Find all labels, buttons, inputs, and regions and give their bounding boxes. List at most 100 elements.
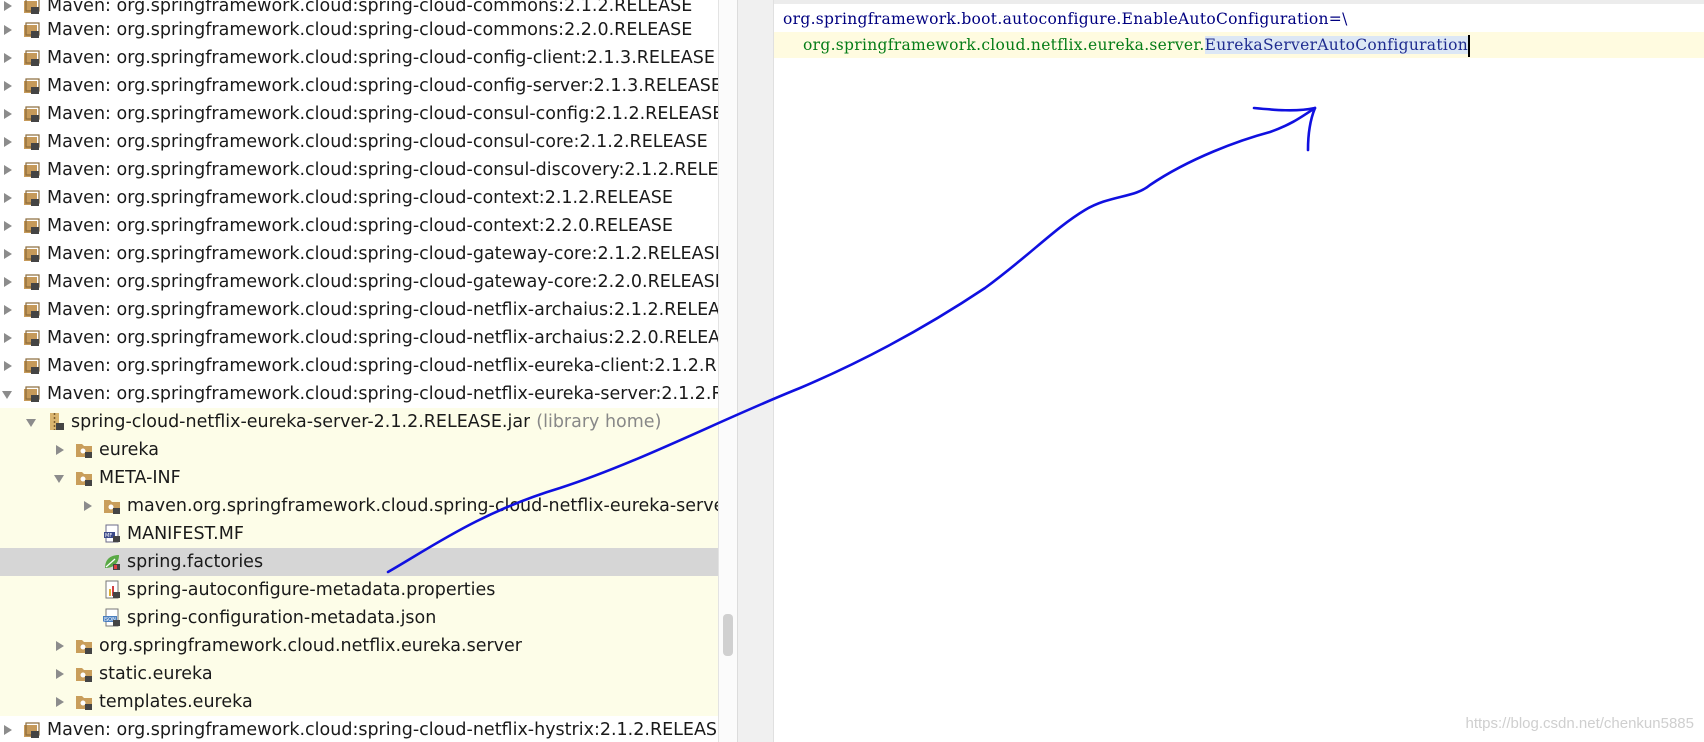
tree-row-label: Maven: org.springframework.cloud:spring-… — [47, 300, 718, 320]
collapse-arrow-icon[interactable] — [0, 387, 14, 401]
tree-row-label: spring-autoconfigure-metadata.properties — [127, 580, 496, 600]
tree-row-maven-hystrix[interactable]: Maven: org.springframework.cloud:spring-… — [0, 716, 718, 742]
tree-row-label: Maven: org.springframework.cloud:spring-… — [47, 20, 693, 40]
expand-arrow-icon[interactable] — [0, 275, 14, 289]
tree-row-maven-context-2-1-2[interactable]: Maven: org.springframework.cloud:spring-… — [0, 184, 718, 212]
tree-row-maven-archaius-2-1-2[interactable]: Maven: org.springframework.cloud:spring-… — [0, 296, 718, 324]
maven-library-icon — [22, 300, 42, 320]
tree-row-label: Maven: org.springframework.cloud:spring-… — [47, 244, 718, 264]
expand-arrow-icon[interactable] — [0, 247, 14, 261]
tree-row-label: META-INF — [99, 468, 181, 488]
tree-row-label: Maven: org.springframework.cloud:spring-… — [47, 48, 715, 68]
tree-row-eureka-server-jar[interactable]: spring-cloud-netflix-eureka-server-2.1.2… — [0, 408, 718, 436]
watermark-text: https://blog.csdn.net/chenkun5885 — [1465, 715, 1694, 732]
expand-arrow-icon[interactable] — [0, 107, 14, 121]
expand-arrow-icon[interactable] — [0, 163, 14, 177]
tree-scrollbar[interactable] — [718, 0, 738, 742]
tree-row-label: Maven: org.springframework.cloud:spring-… — [47, 384, 718, 404]
tree-row-maven-archaius-2-2-0[interactable]: Maven: org.springframework.cloud:spring-… — [0, 324, 718, 352]
maven-library-icon — [22, 328, 42, 348]
selected-class-name[interactable]: EurekaServerAutoConfiguration — [1204, 36, 1469, 54]
expand-arrow-icon[interactable] — [80, 499, 94, 513]
maven-library-icon — [22, 160, 42, 180]
tree-row-label: org.springframework.cloud.netflix.eureka… — [99, 636, 522, 656]
tree-row-eureka-package[interactable]: eureka — [0, 436, 718, 464]
maven-library-icon — [22, 20, 42, 40]
tree-row-maven-gateway-core-2-2-0[interactable]: Maven: org.springframework.cloud:spring-… — [0, 268, 718, 296]
tree-row-meta-inf[interactable]: META-INF — [0, 464, 718, 492]
expand-arrow-icon[interactable] — [0, 191, 14, 205]
tree-row-autoconfigure-metadata[interactable]: spring-autoconfigure-metadata.properties — [0, 576, 718, 604]
expand-arrow-icon[interactable] — [52, 695, 66, 709]
tree-row-label: Maven: org.springframework.cloud:spring-… — [47, 720, 718, 740]
tree-row-label: Maven: org.springframework.cloud:spring-… — [47, 0, 693, 16]
editor-gutter[interactable] — [738, 0, 774, 742]
tree-row-configuration-metadata-json[interactable]: JSON spring-configuration-metadata.json — [0, 604, 718, 632]
expand-arrow-icon[interactable] — [0, 331, 14, 345]
tree-row-maven-consul-config[interactable]: Maven: org.springframework.cloud:spring-… — [0, 100, 718, 128]
tree-row-label: Maven: org.springframework.cloud:spring-… — [47, 216, 673, 236]
code-line-2[interactable]: org.springframework.cloud.netflix.eureka… — [803, 32, 1471, 58]
maven-library-icon — [22, 48, 42, 68]
spring-leaf-icon — [102, 552, 122, 572]
package-folder-icon — [102, 496, 122, 516]
expand-arrow-icon[interactable] — [0, 79, 14, 93]
properties-file-icon — [102, 580, 122, 600]
svg-text:MF: MF — [105, 533, 112, 539]
json-file-icon: JSON — [102, 608, 122, 628]
tree-row-label: Maven: org.springframework.cloud:spring-… — [47, 104, 718, 124]
code-editor[interactable]: org.springframework.boot.autoconfigure.E… — [738, 0, 1704, 742]
maven-library-icon — [22, 188, 42, 208]
tree-row-label: Maven: org.springframework.cloud:spring-… — [47, 328, 718, 348]
expand-arrow-icon[interactable] — [0, 303, 14, 317]
tree-row-maven-gateway-core-2-1-2[interactable]: Maven: org.springframework.cloud:spring-… — [0, 240, 718, 268]
expand-arrow-icon[interactable] — [52, 639, 66, 653]
maven-library-icon — [22, 104, 42, 124]
tree-row-label: Maven: org.springframework.cloud:spring-… — [47, 356, 718, 376]
tree-scrollbar-thumb[interactable] — [723, 614, 733, 656]
maven-library-icon — [22, 76, 42, 96]
expand-arrow-icon[interactable] — [0, 135, 14, 149]
expand-arrow-icon[interactable] — [0, 51, 14, 65]
tree-row-templates-eureka[interactable]: templates.eureka — [0, 688, 718, 716]
tree-row-maven-config-client[interactable]: Maven: org.springframework.cloud:spring-… — [0, 44, 718, 72]
tree-row-maven-meta-package[interactable]: maven.org.springframework.cloud.spring-c… — [0, 492, 718, 520]
expand-arrow-icon[interactable] — [0, 0, 14, 13]
collapse-arrow-icon[interactable] — [24, 415, 38, 429]
property-key: org.springframework.boot.autoconfigure.E… — [783, 10, 1348, 28]
tree-row-spring-factories[interactable]: spring.factories — [0, 548, 718, 576]
tree-row-label: Maven: org.springframework.cloud:spring-… — [47, 272, 718, 292]
tree-row-label: eureka — [99, 440, 159, 460]
tree-row-static-eureka[interactable]: static.eureka — [0, 660, 718, 688]
expand-arrow-icon[interactable] — [0, 23, 14, 37]
jar-archive-icon — [46, 412, 66, 432]
tree-row-maven-commons-2-2-0[interactable]: Maven: org.springframework.cloud:spring-… — [0, 16, 718, 44]
tree-row-maven-consul-core[interactable]: Maven: org.springframework.cloud:spring-… — [0, 128, 718, 156]
tree-row-label: templates.eureka — [99, 692, 253, 712]
tree-row-label: Maven: org.springframework.cloud:spring-… — [47, 160, 718, 180]
tree-row-maven-context-2-2-0[interactable]: Maven: org.springframework.cloud:spring-… — [0, 212, 718, 240]
tree-row-label: spring.factories — [127, 552, 264, 572]
expand-arrow-icon[interactable] — [0, 219, 14, 233]
maven-library-icon — [22, 244, 42, 264]
expand-arrow-icon[interactable] — [0, 359, 14, 373]
tree-row-maven-consul-discovery[interactable]: Maven: org.springframework.cloud:spring-… — [0, 156, 718, 184]
tree-row-manifest-mf[interactable]: MF MANIFEST.MF — [0, 520, 718, 548]
tree-row-maven-eureka-client[interactable]: Maven: org.springframework.cloud:spring-… — [0, 352, 718, 380]
tree-row-maven-eureka-server[interactable]: Maven: org.springframework.cloud:spring-… — [0, 380, 718, 408]
tree-row-eureka-server-package[interactable]: org.springframework.cloud.netflix.eureka… — [0, 632, 718, 660]
manifest-file-icon: MF — [102, 524, 122, 544]
maven-library-icon — [22, 720, 42, 740]
project-tree-panel: Maven: org.springframework.cloud:spring-… — [0, 0, 718, 742]
tree-row-label: Maven: org.springframework.cloud:spring-… — [47, 76, 718, 96]
expand-arrow-icon[interactable] — [0, 723, 14, 737]
maven-library-icon — [22, 132, 42, 152]
code-line-1[interactable]: org.springframework.boot.autoconfigure.E… — [783, 6, 1348, 32]
expand-arrow-icon[interactable] — [52, 443, 66, 457]
maven-library-icon — [22, 384, 42, 404]
collapse-arrow-icon[interactable] — [52, 471, 66, 485]
tree-row-maven-config-server[interactable]: Maven: org.springframework.cloud:spring-… — [0, 72, 718, 100]
expand-arrow-icon[interactable] — [52, 667, 66, 681]
package-folder-icon — [74, 664, 94, 684]
maven-library-icon — [22, 272, 42, 292]
